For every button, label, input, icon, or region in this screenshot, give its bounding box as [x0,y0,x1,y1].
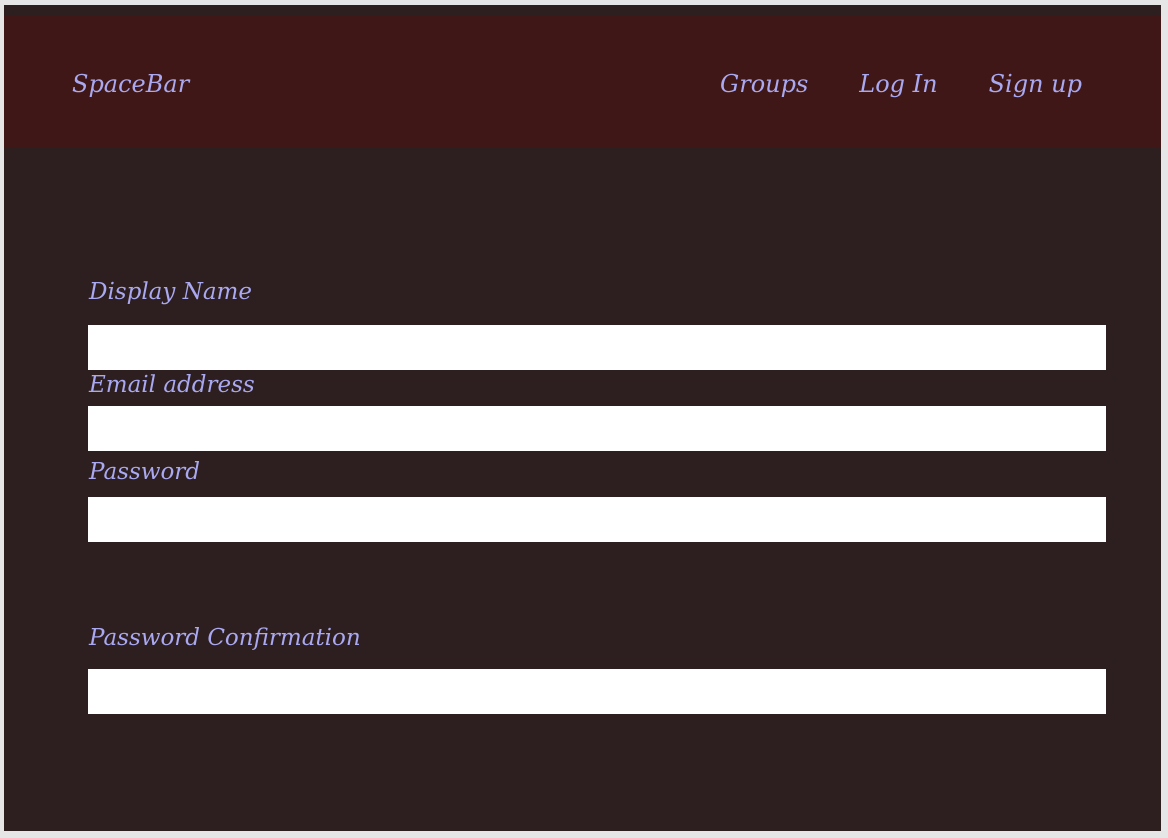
nav-link-groups[interactable]: Groups [720,72,808,96]
top-strip [4,5,1161,15]
nav-link-login[interactable]: Log In [859,72,937,96]
email-input[interactable] [88,406,1106,451]
display-name-label: Display Name [89,279,252,305]
nav-link-signup[interactable]: Sign up [989,72,1082,96]
display-name-input[interactable] [88,325,1106,370]
navbar: SpaceBar Groups Log In Sign up [4,15,1161,148]
password-label: Password [89,459,201,485]
password-confirmation-label: Password Confirmation [89,625,361,651]
nav-links: Groups Log In Sign up [720,72,1082,96]
password-input[interactable] [88,497,1106,542]
email-label: Email address [89,372,255,398]
app-window: SpaceBar Groups Log In Sign up Display N… [4,5,1161,831]
password-confirmation-input[interactable] [88,669,1106,714]
brand-logo-link[interactable]: SpaceBar [72,72,189,96]
